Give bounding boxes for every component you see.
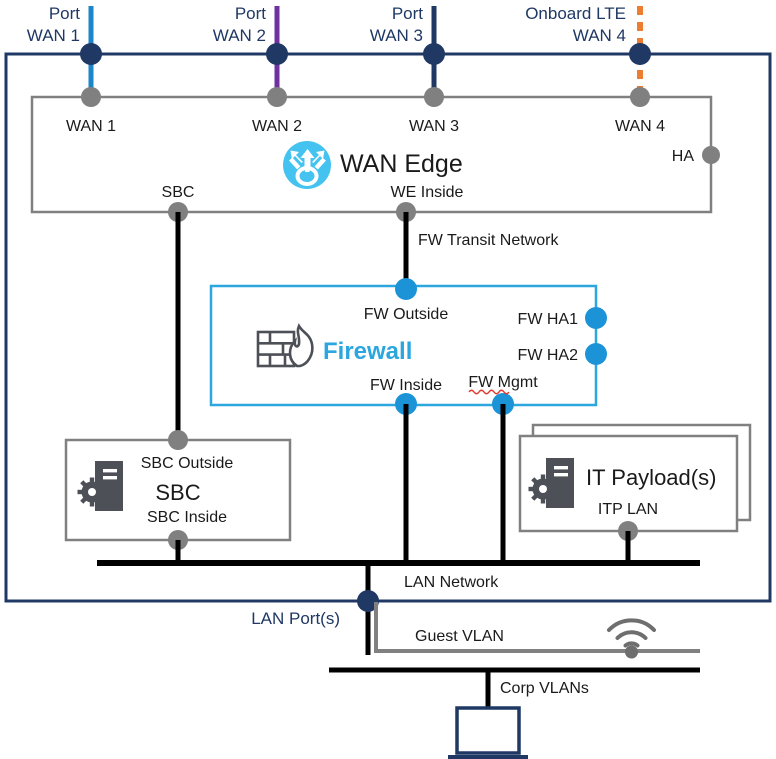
- iface-dot-wan-3[interactable]: [424, 87, 444, 107]
- iface-label-wan-3: WAN 3: [409, 118, 459, 135]
- port-wan-4-label-line2: WAN 4: [573, 26, 626, 45]
- port-wan-1-label-line2: WAN 1: [27, 26, 80, 45]
- it-payload-title: IT Payload(s): [586, 465, 716, 490]
- port-dot-fw-outside[interactable]: [395, 278, 417, 300]
- port-dot-wan-4[interactable]: [629, 43, 651, 65]
- lan-ports-label: LAN Port(s): [251, 609, 340, 628]
- port-dot-fw-ha1[interactable]: [585, 307, 607, 329]
- iface-label-wan-4: WAN 4: [615, 118, 665, 135]
- iface-label-wan-1: WAN 1: [66, 118, 116, 135]
- port-dot-wan-2[interactable]: [266, 43, 288, 65]
- iface-label-sbc-outside: SBC Outside: [141, 455, 234, 472]
- network-diagram-canvas: Port WAN 1 Port WAN 2 Port WAN 3 Onboard…: [0, 0, 776, 759]
- wan-edge-title: WAN Edge: [340, 150, 463, 178]
- iface-label-fw-ha2: FW HA2: [518, 347, 579, 364]
- iface-label-fw-outside: FW Outside: [364, 306, 449, 323]
- iface-label-fw-mgmt: FW Mgmt: [468, 374, 538, 391]
- port-dot-fw-ha2[interactable]: [585, 343, 607, 365]
- iface-dot-ha[interactable]: [702, 146, 720, 164]
- iface-label-ha: HA: [672, 148, 695, 165]
- port-dot-wan-3[interactable]: [423, 43, 445, 65]
- port-wan-4-label-line1: Onboard LTE: [525, 4, 626, 23]
- iface-label-itp-lan: ITP LAN: [598, 501, 658, 518]
- iface-dot-wan-4[interactable]: [630, 87, 650, 107]
- port-wan-3-label-line2: WAN 3: [370, 26, 423, 45]
- network-diagram-svg: Port WAN 1 Port WAN 2 Port WAN 3 Onboard…: [4, 4, 772, 759]
- iface-dot-wan-2[interactable]: [267, 87, 287, 107]
- port-wan-3-label-line1: Port: [392, 4, 423, 23]
- sbc-title: SBC: [155, 480, 200, 505]
- iface-label-sbc: SBC: [162, 184, 195, 201]
- iface-label-we-inside: WE Inside: [391, 184, 464, 201]
- network-label-lan: LAN Network: [404, 574, 499, 591]
- client-laptop-icon: [448, 706, 528, 759]
- iface-dot-wan-1[interactable]: [81, 87, 101, 107]
- iface-label-sbc-inside: SBC Inside: [147, 509, 227, 526]
- port-dot-sbc-outside[interactable]: [168, 430, 188, 450]
- iface-label-fw-inside: FW Inside: [370, 377, 442, 394]
- port-wan-2-label-line2: WAN 2: [213, 26, 266, 45]
- iface-label-fw-ha1: FW HA1: [518, 311, 579, 328]
- sbc-server-icon: [77, 461, 123, 511]
- network-label-fw-transit: FW Transit Network: [418, 232, 559, 249]
- port-dot-wan-1[interactable]: [80, 43, 102, 65]
- port-wan-1-label-line1: Port: [49, 4, 80, 23]
- network-label-guest-vlan: Guest VLAN: [415, 628, 504, 645]
- wan-edge-icon: [283, 141, 331, 189]
- network-label-corp-vlans: Corp VLANs: [500, 680, 589, 697]
- firewall-icon: [256, 323, 314, 368]
- firewall-title: Firewall: [323, 338, 412, 365]
- port-wan-2-label-line1: Port: [235, 4, 266, 23]
- iface-label-wan-2: WAN 2: [252, 118, 302, 135]
